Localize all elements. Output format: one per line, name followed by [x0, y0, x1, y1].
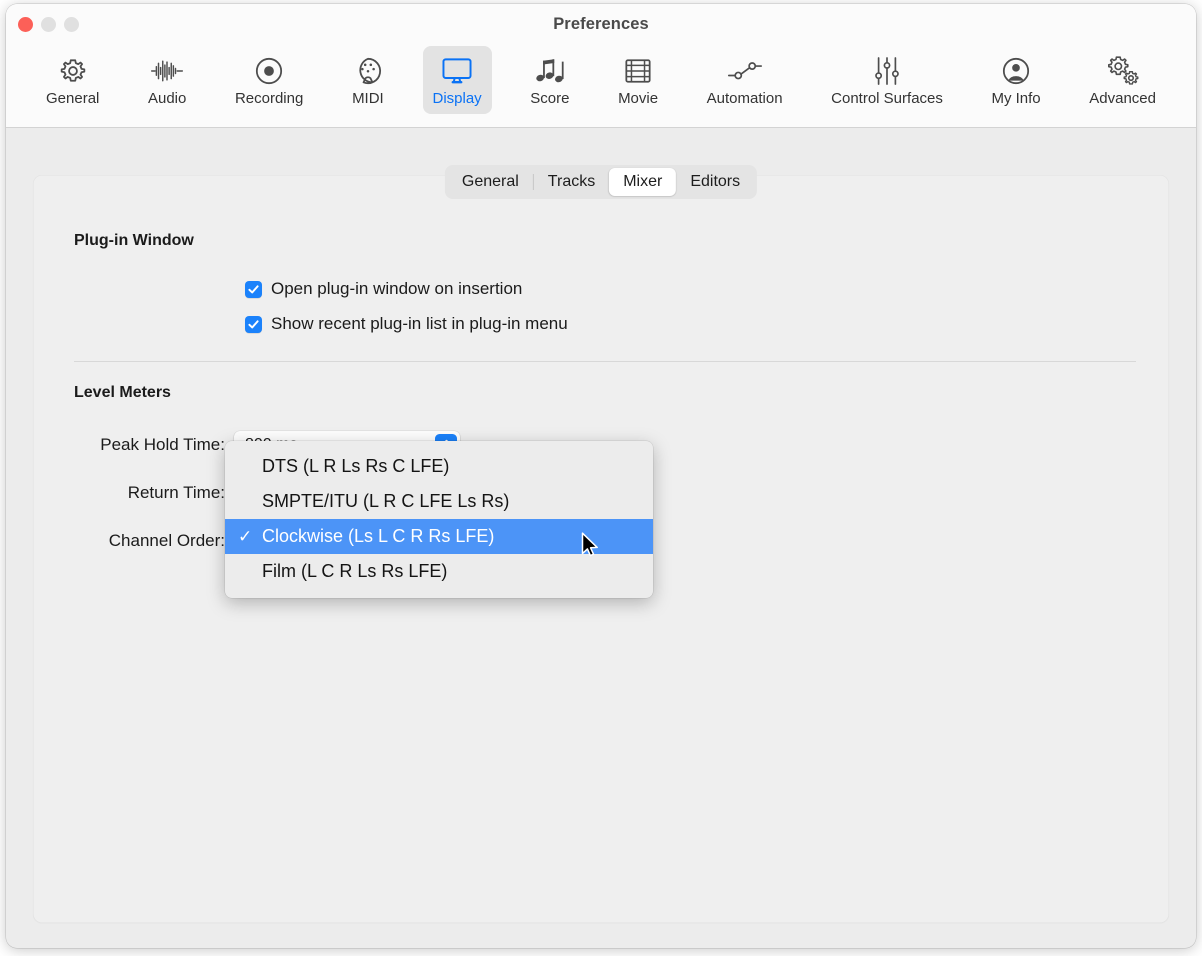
toolbar-item-audio[interactable]: Audio — [138, 46, 196, 114]
preferences-toolbar: General Audio Recording MIDI Display Sco… — [36, 46, 1166, 124]
toolbar-item-recording[interactable]: Recording — [225, 46, 313, 114]
menu-item-label: Film (L C R Ls Rs LFE) — [262, 561, 448, 581]
menu-item-clockwise[interactable]: ✓ Clockwise (Ls L C R Rs LFE) — [225, 519, 653, 554]
toolbar-item-label: MIDI — [352, 90, 384, 107]
midi-din-icon — [353, 54, 383, 88]
automation-nodes-icon — [727, 54, 763, 88]
toolbar-item-movie[interactable]: Movie — [608, 46, 668, 114]
toolbar-item-label: General — [46, 90, 100, 107]
checkmark-icon[interactable] — [245, 280, 262, 298]
record-dot-icon — [254, 54, 284, 88]
person-circle-icon — [1001, 54, 1031, 88]
toolbar-item-label: Audio — [147, 90, 187, 107]
tab-tracks[interactable]: Tracks — [534, 168, 609, 196]
toolbar-item-label: Advanced — [1089, 90, 1156, 107]
music-notes-icon — [534, 54, 566, 88]
channel-order-dropdown-menu: DTS (L R Ls Rs C LFE) SMPTE/ITU (L R C L… — [225, 441, 653, 598]
section-heading-level-meters: Level Meters — [74, 384, 171, 401]
menu-item-film[interactable]: Film (L C R Ls Rs LFE) — [225, 554, 653, 589]
waveform-icon — [150, 54, 184, 88]
section-heading-plugin-window: Plug-in Window — [74, 232, 194, 249]
row-label: Channel Order: — [108, 531, 225, 550]
toolbar-item-label: Score — [530, 90, 570, 107]
preferences-window: Preferences General Audio Recording MIDI… — [6, 4, 1196, 948]
toolbar-item-advanced[interactable]: Advanced — [1079, 46, 1166, 114]
film-strip-icon — [624, 54, 652, 88]
menu-item-label: Clockwise (Ls L C R Rs LFE) — [262, 526, 495, 546]
checkbox-row-show-recent-plugin-list[interactable]: Show recent plug-in list in plug-in menu — [245, 314, 568, 334]
menu-item-dts[interactable]: DTS (L R Ls Rs C LFE) — [225, 449, 653, 484]
window-titlebar: Preferences General Audio Recording MIDI… — [6, 4, 1196, 128]
toolbar-item-midi[interactable]: MIDI — [342, 46, 394, 114]
toolbar-item-my-info[interactable]: My Info — [981, 46, 1050, 114]
checkbox-row-open-plugin-window[interactable]: Open plug-in window on insertion — [245, 279, 522, 299]
display-monitor-icon — [441, 54, 473, 88]
double-gear-icon — [1106, 54, 1140, 88]
toolbar-item-label: Control Surfaces — [831, 90, 943, 107]
checkbox-label: Show recent plug-in list in plug-in menu — [271, 314, 568, 333]
menu-item-smpte-itu[interactable]: SMPTE/ITU (L R C LFE Ls Rs) — [225, 484, 653, 519]
toolbar-item-label: Display — [432, 90, 482, 107]
toolbar-item-automation[interactable]: Automation — [697, 46, 793, 114]
section-divider — [74, 361, 1136, 362]
toolbar-item-label: Automation — [706, 90, 783, 107]
toolbar-item-control-surfaces[interactable]: Control Surfaces — [821, 46, 953, 114]
display-subtab-segmented-control: General Tracks Mixer Editors — [444, 165, 758, 199]
row-label: Peak Hold Time: — [100, 435, 225, 454]
row-label: Return Time: — [127, 483, 225, 502]
tab-mixer[interactable]: Mixer — [609, 168, 677, 196]
toolbar-item-label: Movie — [618, 90, 659, 107]
tab-editors[interactable]: Editors — [676, 168, 754, 196]
tab-general[interactable]: General — [448, 168, 533, 196]
gear-icon — [58, 54, 88, 88]
checkmark-icon[interactable] — [245, 315, 262, 333]
toolbar-item-general[interactable]: General — [36, 46, 109, 114]
toolbar-item-score[interactable]: Score — [520, 46, 579, 114]
menu-item-label: DTS (L R Ls Rs C LFE) — [262, 456, 450, 476]
window-title: Preferences — [553, 15, 649, 33]
sliders-icon — [873, 54, 901, 88]
menu-checkmark-icon: ✓ — [238, 527, 253, 546]
toolbar-item-label: Recording — [234, 90, 304, 107]
checkbox-label: Open plug-in window on insertion — [271, 279, 523, 298]
menu-item-label: SMPTE/ITU (L R C LFE Ls Rs) — [262, 491, 510, 511]
toolbar-item-display[interactable]: Display — [422, 46, 492, 114]
toolbar-item-label: My Info — [991, 90, 1041, 107]
